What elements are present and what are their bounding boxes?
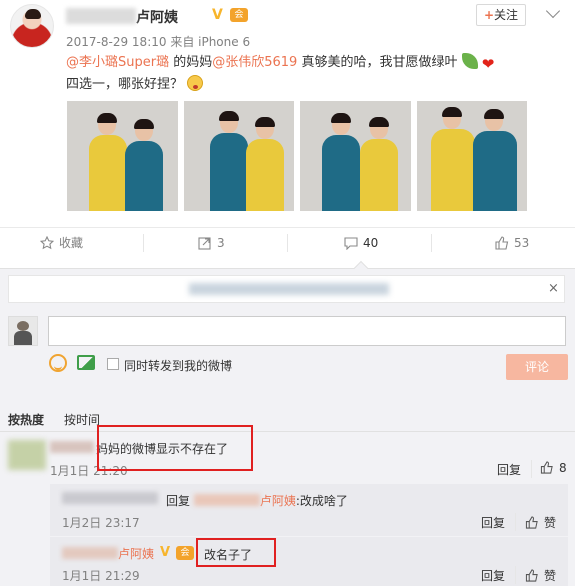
forward-checkbox-label: 同时转发到我的微博: [124, 359, 233, 373]
author-name[interactable]: 卢阿姨: [66, 7, 178, 27]
thumbs-up-icon: [495, 236, 509, 250]
post-photo[interactable]: [183, 101, 294, 211]
verified-badge-icon: V: [160, 545, 171, 560]
star-icon: [40, 236, 54, 250]
mention-link[interactable]: @张伟欣5619: [212, 55, 297, 70]
sort-by-hot-tab[interactable]: 按热度: [8, 411, 44, 428]
like-button[interactable]: 53: [495, 235, 529, 251]
post-content: @李小璐Super璐 的妈妈@张伟欣5619 真够美的哈，我甘愿做绿叶 ❤ 四选…: [66, 53, 495, 92]
divider: [0, 431, 575, 432]
reply-button[interactable]: 回复: [481, 514, 505, 531]
mention-link[interactable]: @李小璐Super璐: [66, 55, 169, 70]
comment-icon: [344, 237, 358, 250]
post-photo[interactable]: [67, 101, 178, 211]
highlight-box: [196, 538, 276, 567]
photo-grid: [67, 101, 527, 211]
reply-author-name[interactable]: 卢阿姨: [62, 545, 154, 562]
leaf-emoji-icon: [461, 53, 478, 69]
verified-badge-icon: V: [212, 7, 223, 23]
post-action-bar: 收藏 3 40 53: [0, 227, 575, 257]
highlight-box: [97, 425, 253, 471]
comment-like-button[interactable]: 8: [540, 461, 567, 475]
commenter-name[interactable]: [50, 441, 94, 455]
heart-emoji-icon: ❤: [481, 55, 495, 73]
forward-icon: [198, 237, 211, 250]
favorite-button[interactable]: 收藏: [40, 235, 83, 251]
follow-button[interactable]: +关注: [476, 4, 526, 26]
emoji-icon[interactable]: [49, 354, 67, 372]
chevron-down-icon[interactable]: [545, 3, 561, 19]
close-icon[interactable]: ×: [548, 281, 559, 296]
reply-text: 回复 卢阿姨:改成啥了: [166, 494, 348, 508]
thumbs-up-icon: [525, 569, 538, 582]
comment-input[interactable]: [48, 316, 566, 346]
mention-link[interactable]: 卢阿姨: [260, 494, 296, 508]
comment-button[interactable]: 40: [344, 235, 378, 251]
author-avatar[interactable]: [10, 4, 54, 48]
thumbs-up-icon: [540, 461, 553, 474]
blurred-name-part: [66, 8, 136, 24]
reply-author-name[interactable]: [62, 492, 158, 506]
notice-bar: [8, 275, 565, 303]
reply-button[interactable]: 回复: [497, 461, 521, 478]
sort-by-time-tab[interactable]: 按时间: [64, 411, 100, 428]
shocked-emoji-icon: [187, 75, 204, 91]
forward-checkbox[interactable]: [107, 358, 119, 370]
post-meta: 2017-8-29 18:10 来自 iPhone 6: [66, 35, 251, 49]
reply-like-button[interactable]: 赞: [525, 514, 556, 531]
submit-comment-button[interactable]: 评论: [506, 354, 568, 380]
post-photo[interactable]: [416, 101, 527, 211]
post-photo[interactable]: [300, 101, 411, 211]
member-badge-icon: 会: [176, 546, 194, 560]
commenter-avatar[interactable]: [8, 440, 46, 470]
reply-like-button[interactable]: 赞: [525, 567, 556, 584]
my-avatar: [8, 316, 38, 346]
thumbs-up-icon: [525, 516, 538, 529]
reply-button[interactable]: 回复: [481, 567, 505, 584]
reply-time: 1月1日 21:29: [62, 569, 140, 583]
forward-button[interactable]: 3: [198, 235, 225, 251]
reply-time: 1月2日 23:17: [62, 516, 140, 530]
image-icon[interactable]: [77, 355, 95, 370]
member-badge-icon: 会: [230, 8, 248, 22]
